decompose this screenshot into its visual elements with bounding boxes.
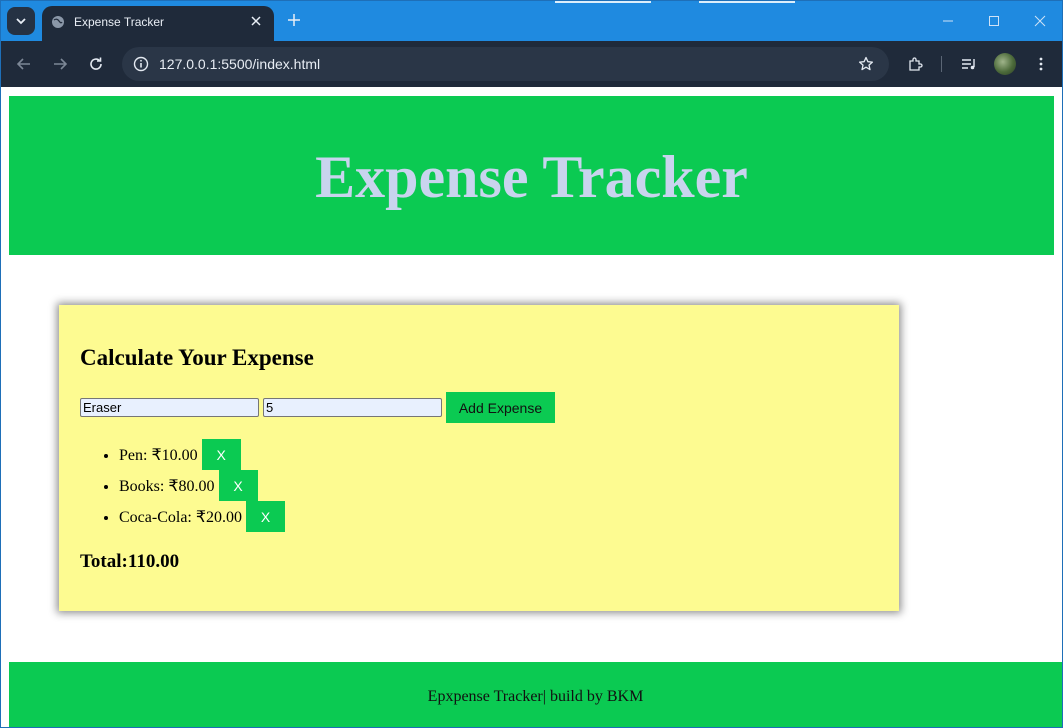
info-icon xyxy=(133,56,149,72)
expense-form: Add Expense xyxy=(80,392,555,423)
new-tab-button[interactable] xyxy=(284,10,304,30)
tab-close-button[interactable] xyxy=(247,12,265,30)
card-heading: Calculate Your Expense xyxy=(80,345,314,370)
forward-button[interactable] xyxy=(50,54,70,74)
reload-icon xyxy=(90,57,102,70)
expense-item-text: Pen: ₹10.00 xyxy=(119,446,198,464)
minimize-icon xyxy=(943,20,953,22)
tab-strip-highlight xyxy=(555,1,651,3)
footer-text: Epxpense Tracker| build by BKM xyxy=(427,688,644,705)
expense-item-text: Books: ₹80.00 xyxy=(119,477,215,495)
page-viewport: Expense Tracker Calculate Your Expense A… xyxy=(1,87,1062,727)
address-bar[interactable]: 127.0.0.1:5500/index.html xyxy=(122,47,889,81)
delete-expense-button[interactable]: X xyxy=(246,501,286,532)
close-window-button[interactable] xyxy=(1031,12,1049,30)
expense-list: Pen: ₹10.00 X Books: ₹80.00 X Coca-Cola:… xyxy=(80,439,286,532)
minimize-button[interactable] xyxy=(939,12,957,30)
list-item: Pen: ₹10.00 X xyxy=(119,439,285,470)
page-title: Expense Tracker xyxy=(315,144,748,210)
extensions-button[interactable] xyxy=(905,54,925,74)
media-control-button[interactable] xyxy=(959,54,979,74)
tab-strip: Expense Tracker xyxy=(1,1,1062,41)
more-menu-button[interactable] xyxy=(1031,54,1051,74)
chevron-down-icon xyxy=(16,18,26,25)
tab-strip-highlight xyxy=(699,1,795,3)
tab-expense-tracker[interactable]: Expense Tracker xyxy=(42,6,274,41)
tab-title: Expense Tracker xyxy=(74,15,165,29)
add-expense-button[interactable]: Add Expense xyxy=(446,392,555,423)
toolbar-separator xyxy=(941,56,942,72)
list-item: Coca-Cola: ₹20.00 X xyxy=(119,501,286,532)
expense-name-input[interactable] xyxy=(80,398,259,417)
site-header: Expense Tracker xyxy=(9,96,1054,255)
back-arrow-icon xyxy=(16,58,30,70)
delete-expense-button[interactable]: X xyxy=(201,439,241,470)
media-control-icon xyxy=(962,59,975,70)
browser-toolbar: 127.0.0.1:5500/index.html xyxy=(1,41,1062,87)
more-menu-icon xyxy=(1039,57,1043,71)
profile-avatar[interactable] xyxy=(994,53,1016,75)
expense-item-text: Coca-Cola: ₹20.00 xyxy=(119,508,243,526)
delete-expense-button[interactable]: X xyxy=(218,470,258,501)
browser-window: Expense Tracker 127.0.0.1:5500/index.htm… xyxy=(0,0,1063,728)
maximize-button[interactable] xyxy=(985,12,1003,30)
close-window-icon xyxy=(1034,15,1046,27)
total-amount: Total:110.00 xyxy=(80,551,180,572)
list-item: Books: ₹80.00 X xyxy=(119,470,285,501)
close-icon xyxy=(251,16,261,26)
bookmark-star-icon xyxy=(858,56,874,71)
tab-search-button[interactable] xyxy=(7,7,35,35)
bookmark-button[interactable] xyxy=(857,55,875,73)
forward-arrow-icon xyxy=(54,58,68,70)
site-footer: Epxpense Tracker| build by BKM xyxy=(9,662,1062,727)
extensions-icon xyxy=(909,57,923,71)
site-info-button[interactable] xyxy=(132,55,150,73)
expense-amount-input[interactable] xyxy=(263,398,442,417)
maximize-icon xyxy=(989,16,999,26)
back-button[interactable] xyxy=(14,54,34,74)
reload-button[interactable] xyxy=(86,54,106,74)
expense-card: Calculate Your Expense Add Expense Pen: … xyxy=(59,305,899,611)
globe-icon xyxy=(52,16,64,28)
plus-icon xyxy=(288,14,300,26)
url-text: 127.0.0.1:5500/index.html xyxy=(159,56,321,72)
